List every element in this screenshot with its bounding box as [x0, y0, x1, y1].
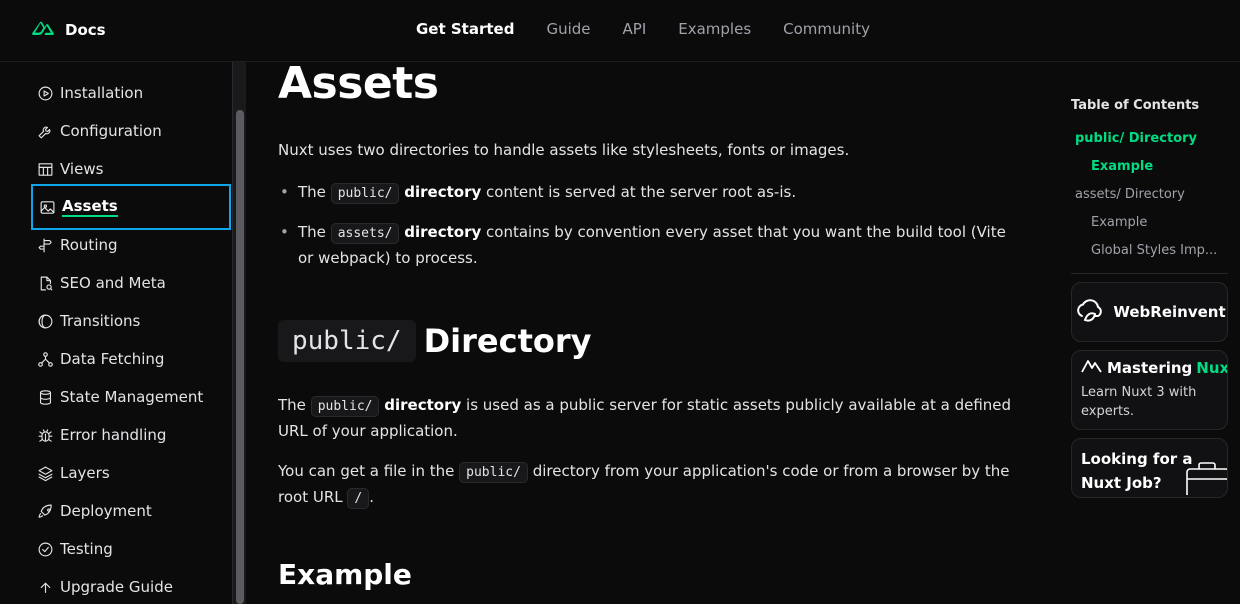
nav-guide[interactable]: Guide [546, 20, 590, 38]
docs-sidebar: Installation Configuration Views Assets … [0, 62, 246, 604]
inline-code: public/ [330, 183, 400, 204]
rocket-icon [36, 502, 54, 520]
main-content: Assets Nuxt uses two directories to hand… [278, 62, 1038, 604]
sidebar-item-label: Installation [60, 84, 144, 102]
inline-code: public/ [310, 396, 380, 417]
sidebar-item-configuration[interactable]: Configuration [31, 112, 231, 150]
sidebar-item-label: State Management [60, 388, 204, 406]
bold-text: directory [384, 396, 462, 414]
sidebar-item-label: Data Fetching [60, 350, 165, 368]
webreinvent-label: WebReinvent [1113, 303, 1226, 321]
sidebar-item-label: Error handling [60, 426, 167, 444]
sidebar-item-label: Assets [62, 197, 118, 217]
toc-item-example[interactable]: Example [1091, 159, 1153, 174]
sidebar-item-label: Transitions [60, 312, 141, 330]
network-icon [36, 350, 54, 368]
table-layout-icon [36, 160, 54, 178]
nav-get-started[interactable]: Get Started [416, 20, 514, 38]
list-item: The public/ directory content is served … [280, 180, 1013, 206]
mastering-nuxt-subtitle: Learn Nuxt 3 with experts. [1081, 385, 1197, 419]
sidebar-item-assets[interactable]: Assets [31, 184, 231, 230]
sidebar-item-label: Views [60, 160, 104, 178]
sidebar-item-label: Upgrade Guide [60, 578, 173, 596]
webreinvent-card[interactable]: WebReinvent [1071, 282, 1228, 342]
file-search-icon [36, 274, 54, 292]
bold-text: directory [404, 223, 482, 241]
table-of-contents: Table of Contents [1071, 98, 1229, 113]
sidebar-item-views[interactable]: Views [31, 150, 231, 188]
arrow-up-icon [36, 578, 54, 596]
sidebar-item-routing[interactable]: Routing [31, 226, 231, 264]
sidebar-item-testing[interactable]: Testing [31, 530, 231, 568]
nav-api[interactable]: API [623, 20, 647, 38]
sidebar-item-error-handling[interactable]: Error handling [31, 416, 231, 454]
sidebar-item-label: SEO and Meta [60, 274, 166, 292]
check-circle-icon [36, 540, 54, 558]
bug-icon [36, 426, 54, 444]
logo-text: Docs [65, 21, 106, 39]
nav-examples[interactable]: Examples [678, 20, 751, 38]
layers-icon [36, 464, 54, 482]
paragraph-end: . [369, 488, 374, 506]
bold-text: directory [404, 183, 482, 201]
sidebar-item-data-fetching[interactable]: Data Fetching [31, 340, 231, 378]
toc-divider [1071, 273, 1228, 274]
sidebar-scrollbar[interactable] [232, 62, 246, 604]
inline-code: / [347, 488, 370, 509]
toc-item-global-styles[interactable]: Global Styles Imp... [1091, 243, 1217, 258]
briefcase-icon [1185, 461, 1227, 497]
list-item-prefix: The [298, 183, 326, 201]
database-icon [36, 388, 54, 406]
sidebar-item-upgrade-guide[interactable]: Upgrade Guide [31, 568, 231, 604]
public-dir-paragraph: The public/ directory is used as a publi… [278, 393, 1023, 443]
top-nav: Get Started Guide API Examples Community [400, 20, 886, 38]
mastering-nuxt-card[interactable]: Mastering Nuxt Learn Nuxt 3 with experts… [1071, 350, 1228, 430]
sidebar-scrollbar-thumb[interactable] [236, 110, 244, 604]
sidebar-item-deployment[interactable]: Deployment [31, 492, 231, 530]
sidebar-item-seo-and-meta[interactable]: SEO and Meta [31, 264, 231, 302]
mastering-label: Mastering [1107, 359, 1193, 377]
sidebar-item-layers[interactable]: Layers [31, 454, 231, 492]
sidebar-item-label: Routing [60, 236, 118, 254]
image-icon [38, 198, 56, 216]
toc-item-public-directory[interactable]: public/ Directory [1075, 131, 1197, 146]
example-heading[interactable]: Example [278, 558, 412, 591]
sidebar-item-installation[interactable]: Installation [31, 74, 231, 112]
public-file-paragraph: You can get a file in the public/ direct… [278, 459, 1023, 511]
sidebar-item-label: Testing [60, 540, 113, 558]
mastering-accent-label: Nuxt [1196, 359, 1227, 377]
sidebar-item-label: Deployment [60, 502, 152, 520]
inline-code: assets/ [330, 223, 400, 244]
sidebar-item-state-management[interactable]: State Management [31, 378, 231, 416]
play-circle-icon [36, 84, 54, 102]
nav-community[interactable]: Community [783, 20, 870, 38]
webreinvent-logo-icon [1073, 294, 1105, 330]
nuxt-jobs-card[interactable]: Looking for a Nuxt Job? [1071, 438, 1228, 498]
inline-code: public/ [459, 462, 528, 483]
heading-code: public/ [278, 320, 416, 362]
section-heading-public-directory[interactable]: public/ Directory [278, 320, 591, 362]
paragraph-prefix: The [278, 396, 306, 414]
list-item: The assets/ directory contains by conven… [280, 220, 1013, 270]
page-title: Assets [278, 62, 439, 109]
signpost-icon [36, 236, 54, 254]
toc-title: Table of Contents [1071, 98, 1200, 113]
nuxt-logo-icon [31, 20, 55, 40]
mastering-nuxt-logo-icon [1081, 359, 1103, 377]
paragraph-prefix: You can get a file in the [278, 462, 455, 480]
mastering-nuxt-title: Mastering Nuxt [1081, 359, 1227, 377]
list-item-text: content is served at the server root as-… [486, 183, 797, 201]
toc-item-example-2[interactable]: Example [1091, 215, 1147, 230]
top-header: Docs Get Started Guide API Examples Comm… [0, 0, 1240, 62]
list-item-prefix: The [298, 223, 326, 241]
toc-item-assets-directory[interactable]: assets/ Directory [1075, 187, 1185, 202]
heading-text: Directory [423, 322, 592, 360]
sidebar-item-transitions[interactable]: Transitions [31, 302, 231, 340]
sidebar-item-label: Configuration [60, 122, 162, 140]
wrench-icon [36, 122, 54, 140]
docs-logo-link[interactable]: Docs [31, 20, 106, 40]
intro-paragraph: Nuxt uses two directories to handle asse… [278, 141, 850, 159]
half-circle-icon [36, 312, 54, 330]
sidebar-item-label: Layers [60, 464, 110, 482]
